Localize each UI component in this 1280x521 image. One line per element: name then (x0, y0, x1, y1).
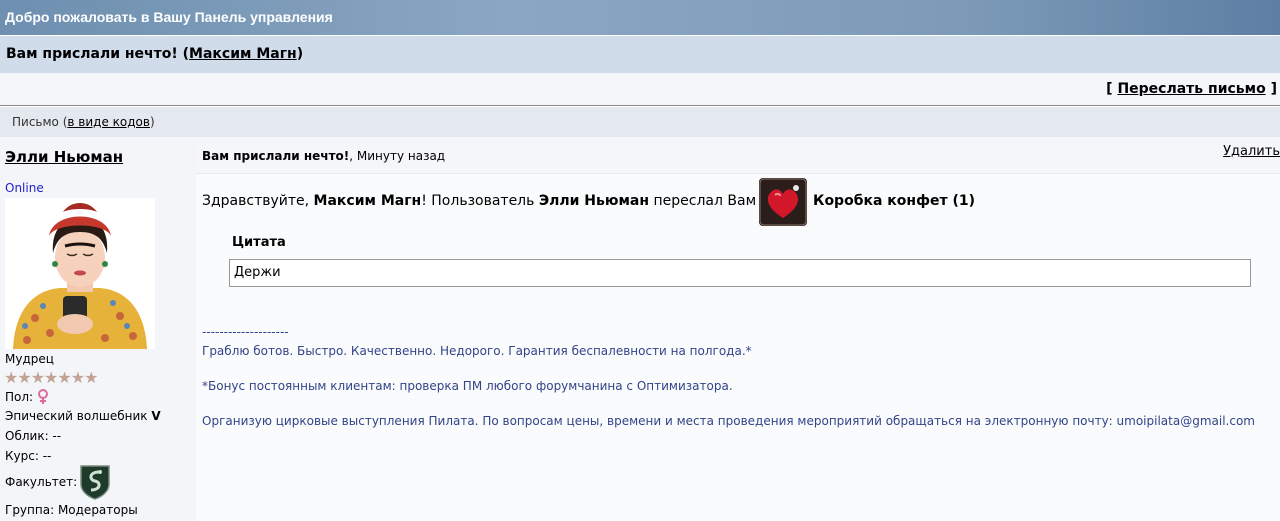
header-bar: Добро пожаловать в Вашу Панель управлени… (0, 0, 1280, 35)
signature-line-1: Граблю ботов. Быстро. Качественно. Недор… (202, 344, 752, 358)
author-name: Элли Ньюман (5, 148, 123, 166)
bracket-close: ] (1265, 81, 1277, 97)
bracket-open: [ (1106, 81, 1118, 97)
faculty-label: Факультет: (5, 475, 78, 489)
snake-crest-icon (79, 464, 111, 504)
quote-box: Держи (229, 259, 1251, 287)
female-symbol-icon (37, 389, 49, 407)
appearance-row: Облик: -- (5, 429, 62, 443)
signature-line-2: *Бонус постоянным клиентам: проверка ПМ … (202, 379, 733, 393)
gender-label: Пол: (5, 390, 34, 404)
sender-link[interactable]: Максим Магн (189, 46, 297, 62)
title-suffix: V (151, 409, 161, 423)
greeting-line: Здравствуйте, Максим Магн! Пользователь … (202, 193, 756, 209)
panel-title: Добро пожаловать в Вашу Панель управлени… (5, 9, 333, 25)
subject-close: ) (296, 46, 304, 62)
group-row: Группа: Модераторы (5, 503, 138, 517)
rank-stars: ★★★★★★★ (4, 368, 98, 387)
signature-line-3: Организую цирковые выступления Пилата. П… (202, 414, 1255, 428)
online-status: Online (5, 181, 44, 195)
star-icon: ★ (30, 368, 45, 387)
recipient-name: Максим Магн (313, 193, 422, 209)
message-title: Вам прислали нечто!, Минуту назад (202, 149, 445, 163)
greet-part-3: переслал Вам (649, 193, 757, 209)
star-icon: ★ (57, 368, 71, 387)
forward-action: [ Переслать письмо ] (1106, 81, 1277, 97)
star-icon: ★ (84, 368, 98, 387)
title-prefix: Эпический волшебник (5, 409, 152, 423)
delete-link[interactable]: Удалить (1223, 144, 1280, 159)
message-title-bold: Вам прислали нечто! (202, 149, 350, 163)
gift-name: Коробка конфет (1) (813, 193, 976, 209)
greet-part-2: ! Пользователь (421, 193, 539, 209)
view-bar: Письмо (в виде кодов) (0, 107, 1280, 137)
star-icon: ★ (4, 368, 18, 387)
avatar[interactable] (5, 198, 155, 349)
avatar-image (5, 198, 155, 349)
subject-text: Вам прислали нечто! ( (6, 46, 190, 62)
author-rank: Мудрец (5, 352, 54, 366)
quote-label: Цитата (232, 235, 286, 250)
view-codes-link[interactable]: в виде кодов (67, 115, 150, 129)
course-row: Курс: -- (5, 449, 52, 463)
forward-letter-link[interactable]: Переслать письмо (1117, 81, 1265, 97)
actions-bar: [ Переслать письмо ] (0, 73, 1280, 106)
message-time: , Минуту назад (349, 149, 446, 163)
subject-bar: Вам прислали нечто! (Максим Магн) (0, 36, 1280, 73)
gender-row: Пол: (5, 389, 49, 407)
greet-part-1: Здравствуйте, (202, 193, 314, 209)
star-icon: ★ (70, 368, 85, 387)
heart-candy-box-icon (759, 178, 807, 226)
signature-separator: -------------------- (202, 325, 289, 339)
view-label: Письмо ( (12, 115, 68, 129)
from-user-name: Элли Ньюман (538, 193, 650, 209)
author-name-link[interactable]: Элли Ньюман (5, 148, 123, 166)
star-icon: ★ (17, 368, 31, 387)
star-icon: ★ (44, 368, 58, 387)
view-close: ) (149, 115, 155, 129)
author-title: Эпический волшебник V (5, 409, 161, 423)
